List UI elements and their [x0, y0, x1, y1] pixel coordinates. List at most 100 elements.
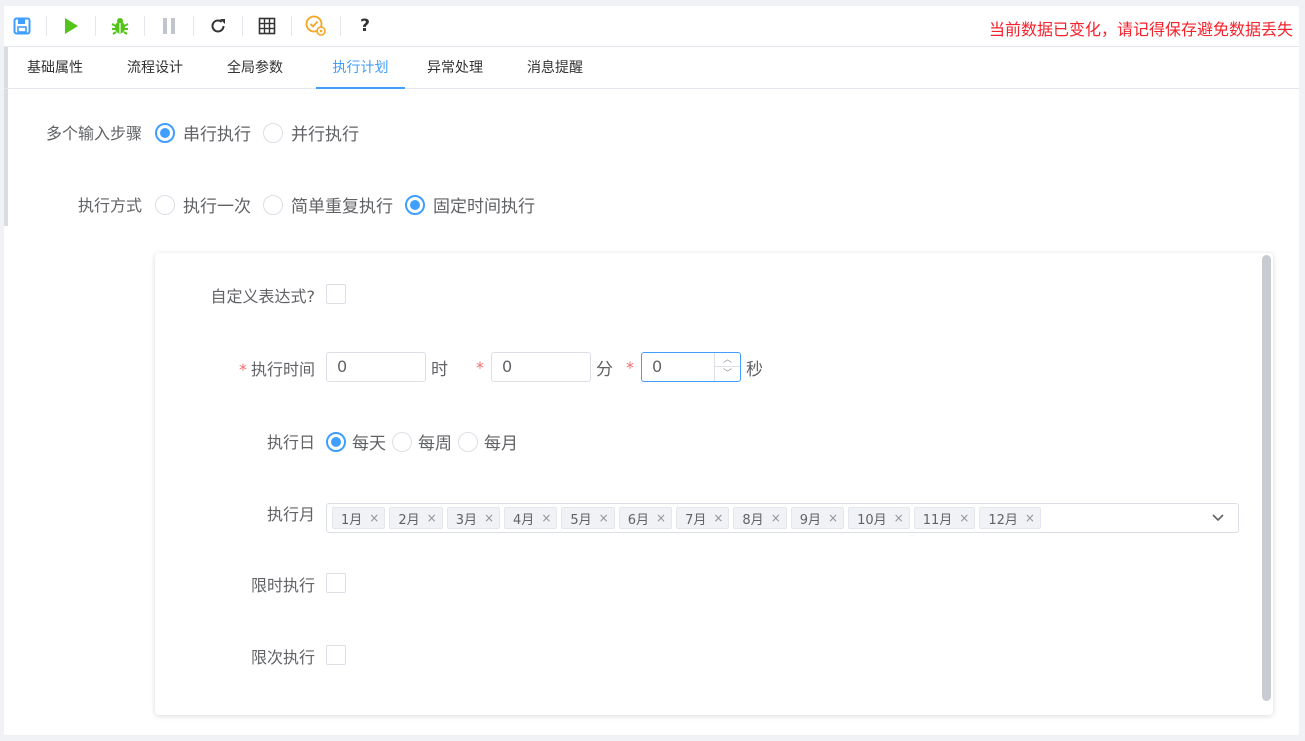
- radio-label: 并行执行: [291, 125, 359, 145]
- tab-message-reminder[interactable]: 消息提醒: [516, 48, 594, 89]
- radio-simple-repeat[interactable]: 简单重复执行: [263, 192, 393, 217]
- radio-label: 执行一次: [183, 197, 251, 217]
- tab-exec-plan[interactable]: 执行计划: [316, 48, 405, 89]
- toolbar-divider: [95, 16, 96, 36]
- tag-label: 11月: [922, 512, 953, 528]
- month-tag: 4月 ×: [504, 507, 558, 529]
- exec-time-label: * 执行时间: [165, 356, 315, 380]
- tag-label: 6月: [627, 512, 649, 528]
- required-star: *: [626, 358, 634, 377]
- tag-label: 4月: [513, 512, 535, 528]
- radio-label: 每月: [484, 434, 518, 454]
- close-icon[interactable]: ×: [656, 511, 666, 525]
- radio-checked-indicator: [326, 431, 346, 452]
- close-icon[interactable]: ×: [1025, 511, 1035, 525]
- radio-unchecked-indicator: [458, 431, 478, 452]
- tag-label: 8月: [742, 512, 764, 528]
- schedule-settings-button[interactable]: [304, 14, 328, 38]
- tab-basic-props[interactable]: 基础属性: [16, 48, 94, 89]
- pause-icon: [163, 18, 175, 34]
- radio-unchecked-indicator: [263, 194, 283, 215]
- tab-global-params[interactable]: 全局参数: [216, 48, 294, 89]
- radio-unchecked-indicator: [392, 431, 412, 452]
- radio-checked-indicator: [155, 122, 175, 143]
- radio-serial[interactable]: 串行执行: [155, 120, 251, 145]
- close-icon[interactable]: ×: [599, 511, 609, 525]
- unsaved-warning: 当前数据已变化，请记得保存避免数据丢失: [988, 20, 1293, 39]
- time-limit-label: 限时执行: [250, 576, 315, 595]
- run-button[interactable]: [59, 14, 83, 38]
- radio-label: 串行执行: [183, 125, 251, 145]
- refresh-button[interactable]: [206, 14, 230, 38]
- radio-daily[interactable]: 每天: [326, 429, 386, 454]
- refresh-icon: [211, 19, 225, 33]
- pause-button[interactable]: [157, 14, 181, 38]
- toolbar: ? 当前数据已变化，请记得保存避免数据丢失: [4, 6, 1299, 47]
- app-frame: ? 当前数据已变化，请记得保存避免数据丢失 基础属性 流程设计 全局参数 执行计…: [4, 6, 1299, 735]
- fixed-time-panel: 自定义表达式? * 执行时间 0 时 * 0 分 * 0 ︿ ﹀ 秒 执行日 每天: [155, 253, 1273, 715]
- count-limit-label: 限次执行: [250, 648, 315, 667]
- grid-icon: [258, 17, 276, 35]
- tab-bar: 基础属性 流程设计 全局参数 执行计划 异常处理 消息提醒: [4, 48, 1299, 89]
- tag-label: 10月: [857, 512, 887, 528]
- close-icon[interactable]: ×: [427, 511, 437, 525]
- toolbar-divider: [144, 16, 145, 36]
- radio-label: 简单重复执行: [291, 197, 393, 217]
- debug-button[interactable]: [108, 14, 132, 38]
- radio-label: 每天: [352, 434, 386, 454]
- month-tag: 12月 ×: [979, 507, 1041, 529]
- help-button[interactable]: ?: [353, 14, 377, 38]
- toolbar-divider: [291, 16, 292, 36]
- tag-label: 12月: [988, 512, 1018, 528]
- tag-label: 9月: [799, 512, 822, 528]
- radio-weekly[interactable]: 每周: [392, 429, 452, 454]
- tab-flow-design[interactable]: 流程设计: [116, 48, 194, 89]
- close-icon[interactable]: ×: [894, 511, 904, 525]
- close-icon[interactable]: ×: [771, 511, 781, 525]
- save-button[interactable]: [10, 14, 34, 38]
- exec-day-radio-group: 每天 每周 每月: [326, 429, 530, 454]
- toolbar-divider: [46, 16, 47, 36]
- multi-input-label: 多个输入步骤: [45, 124, 142, 143]
- exec-mode-radio-group: 执行一次 简单重复执行 固定时间执行: [155, 192, 547, 217]
- close-icon[interactable]: ×: [713, 511, 723, 525]
- multi-input-radio-group: 串行执行 并行执行: [155, 120, 371, 145]
- count-limit-checkbox[interactable]: [326, 645, 346, 665]
- custom-expression-checkbox[interactable]: [326, 284, 346, 304]
- tag-label: 1月: [341, 512, 363, 528]
- second-unit: 秒: [746, 360, 763, 380]
- radio-run-once[interactable]: 执行一次: [155, 192, 251, 217]
- play-icon: [65, 18, 78, 34]
- toolbar-divider: [193, 16, 194, 36]
- exec-time-label-text: 执行时间: [250, 360, 315, 379]
- panel-scrollbar[interactable]: [1262, 255, 1271, 701]
- month-tag: 10月 ×: [848, 507, 910, 529]
- month-tag: 7月 ×: [676, 507, 730, 529]
- dropdown-toggle[interactable]: [1208, 508, 1228, 528]
- decrease-button[interactable]: ﹀: [715, 367, 740, 381]
- settings-badge-icon: [305, 15, 326, 36]
- exec-month-select[interactable]: 1月 × 2月 × 3月 × 4月 × 5月 × 6月 × 7月 × 8月 × 9月 × 10月 ×…: [326, 503, 1239, 533]
- minute-input[interactable]: 0: [491, 352, 591, 382]
- grid-button[interactable]: [255, 14, 279, 38]
- debug-bug-icon: [111, 18, 129, 35]
- radio-parallel[interactable]: 并行执行: [263, 120, 359, 145]
- month-tag: 5月 ×: [561, 507, 615, 529]
- radio-monthly[interactable]: 每月: [458, 429, 518, 454]
- toolbar-divider: [242, 16, 243, 36]
- second-stepper: ︿ ﹀: [714, 353, 740, 381]
- close-icon[interactable]: ×: [369, 511, 379, 525]
- second-input[interactable]: 0 ︿ ﹀: [641, 352, 741, 382]
- radio-fixed-time[interactable]: 固定时间执行: [405, 192, 535, 217]
- tag-label: 5月: [570, 512, 592, 528]
- second-value: 0: [652, 357, 663, 376]
- tab-exception-handling[interactable]: 异常处理: [416, 48, 494, 89]
- time-limit-checkbox[interactable]: [326, 573, 346, 593]
- month-tag: 9月 ×: [790, 507, 845, 529]
- close-icon[interactable]: ×: [484, 511, 494, 525]
- hour-input[interactable]: 0: [326, 352, 426, 382]
- close-icon[interactable]: ×: [959, 511, 969, 525]
- month-tag: 6月 ×: [618, 507, 673, 529]
- close-icon[interactable]: ×: [541, 511, 551, 525]
- close-icon[interactable]: ×: [828, 511, 838, 525]
